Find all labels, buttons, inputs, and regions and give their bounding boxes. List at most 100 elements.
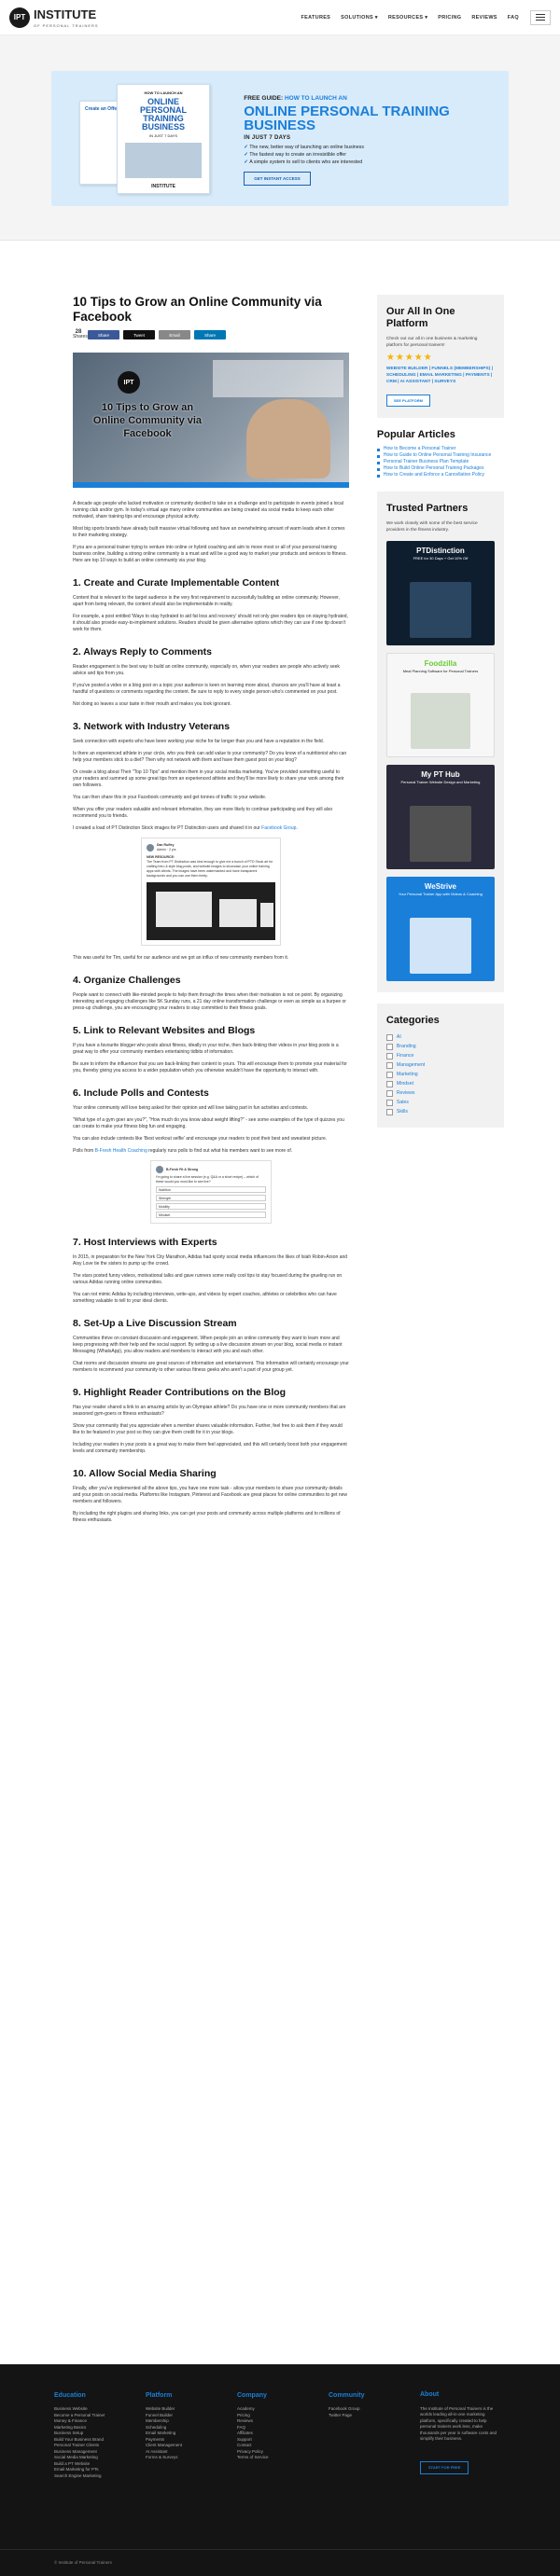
popular-article-link[interactable]: How to Become a Personal Trainer (376, 446, 504, 452)
logo-subtext: OF PERSONAL TRAINERS (34, 23, 99, 28)
section-paragraph-with-link: Polls from B-Fresh Health Coaching regul… (73, 1148, 349, 1155)
sidebar: Our All In One Platform Check out our al… (376, 295, 504, 1530)
site-logo[interactable]: IPT INSTITUTE OF PERSONAL TRAINERS (9, 7, 99, 28)
poll-option[interactable]: Nutrition (155, 1186, 266, 1193)
categories-list: AI Branding Finance Management Marketing… (386, 1032, 495, 1116)
book-top-text: HOW TO LAUNCH AN (144, 90, 183, 95)
post-body: The Team from PT Distinction was kind en… (146, 860, 273, 878)
footer-link[interactable]: Search Engine Marketing (54, 2473, 146, 2480)
nav-solutions[interactable]: SOLUTIONS ▾ (341, 15, 378, 21)
article-title: 10 Tips to Grow an Online Community via … (73, 295, 322, 324)
banner-title: ONLINE PERSONAL TRAINING BUSINESS (244, 104, 450, 133)
section-heading: 10. Allow Social Media Sharing (73, 1468, 217, 1479)
category-link[interactable]: Skills (386, 1107, 495, 1116)
footer-column-company: Company Academy Pricing Reviews FAQ Affi… (237, 2392, 329, 2479)
poll-option[interactable]: Strength (155, 1195, 266, 1201)
partner-ptdistinction[interactable]: PTDistinction FREE for 30 Days + Get 10%… (385, 541, 495, 645)
banner-benefits: The new, better way of launching an onli… (244, 144, 481, 166)
article: 10 Tips to Grow an Online Community via … (73, 295, 349, 1530)
section-paragraph: Reader engagement is the best way to bui… (73, 664, 340, 676)
site-footer: Education Business Website Become a Pers… (0, 2364, 560, 2576)
category-link[interactable]: Management (386, 1060, 495, 1070)
footer-link[interactable]: Terms of Service (237, 2455, 329, 2461)
section-paragraph: You can also include contests like 'Best… (73, 1136, 328, 1142)
bfresh-link[interactable]: B-Fresh Health Coaching (95, 1148, 147, 1154)
section-heading: 7. Host Interviews with Experts (73, 1237, 217, 1248)
banner-subtitle: IN JUST 7 DAYS (244, 135, 291, 141)
email-share-button[interactable]: Email (159, 330, 190, 339)
section-paragraph: By including the right plugins and shari… (73, 1511, 341, 1523)
poll-author: B-Fresh Fit & Strong (165, 1167, 199, 1171)
main-content: 10 Tips to Grow an Online Community via … (0, 241, 560, 1530)
partner-screenshot (409, 582, 471, 638)
nav-reviews[interactable]: REVIEWS (471, 15, 497, 21)
section-paragraph: Including your readers in your posts is … (73, 1442, 347, 1454)
footer-column-title: Platform (146, 2392, 173, 2399)
footer-link[interactable]: Twitter Page (329, 2413, 420, 2419)
hamburger-menu-icon[interactable] (530, 9, 551, 25)
footer-link[interactable]: Forms & Surveys (146, 2455, 237, 2461)
start-for-free-button[interactable]: START FOR FREE (420, 2460, 469, 2474)
category-link[interactable]: Sales (386, 1098, 495, 1107)
facebook-group-link[interactable]: Facebook Group (261, 825, 296, 831)
category-link[interactable]: AI (386, 1032, 495, 1042)
benefit-item: The new, better way of launching an onli… (244, 144, 481, 151)
get-instant-access-button[interactable]: GET INSTANT ACCESS (244, 172, 311, 186)
section-heading: 3. Network with Industry Veterans (73, 721, 231, 732)
footer-copyright: © Institute of Personal Trainers (54, 2560, 112, 2565)
poll-header: B-Fresh Fit & Strong (155, 1166, 266, 1173)
nav-faq[interactable]: FAQ (508, 15, 519, 21)
facebook-share-button[interactable]: Share (88, 330, 119, 339)
footer-column-title: Company (237, 2392, 267, 2399)
footer-column-title: Community (329, 2392, 365, 2399)
nav-pricing[interactable]: PRICING (438, 15, 461, 21)
partner-sub: Personal Trainer Website Design and Mark… (400, 780, 481, 784)
partner-westrive[interactable]: WeStrive Your Personal Trainer App with … (385, 877, 495, 981)
hero-person (245, 399, 330, 478)
popular-article-link[interactable]: Personal Trainer Business Plan Template (376, 459, 504, 465)
guide-page-front: HOW TO LAUNCH AN ONLINE PERSONAL TRAININ… (117, 84, 210, 194)
platform-title: Our All In One Platform (385, 306, 455, 329)
linkedin-share-button[interactable]: Share (194, 330, 226, 339)
category-link[interactable]: Reviews (386, 1088, 495, 1098)
post-author: Dan Ruffey Admin · 2 yrs (157, 843, 176, 852)
nav-resources[interactable]: RESOURCES ▾ (388, 15, 427, 21)
link-prefix: Polls from (73, 1148, 95, 1154)
see-platform-button[interactable]: SEE PLATFORM (385, 395, 430, 407)
section-paragraph: Seek connection with experts who have be… (73, 739, 325, 744)
popular-article-link[interactable]: How to Guide to Online Personal Training… (376, 452, 504, 459)
section-paragraph-with-link: I created a load of PT Distinction Stock… (73, 825, 349, 832)
category-link[interactable]: Branding (386, 1042, 495, 1051)
poll-option[interactable]: Mobility (155, 1203, 266, 1210)
twitter-share-button[interactable]: Tweet (123, 330, 155, 339)
facebook-post-embed: Dan Ruffey Admin · 2 yrs NEW RESOURCE: T… (140, 838, 281, 946)
hero-logo: IPT (118, 371, 140, 394)
logo-text: INSTITUTE (34, 7, 97, 21)
section-paragraph: People want to connect with like-minded … (73, 992, 346, 1011)
partner-mypthub[interactable]: My PT Hub Personal Trainer Website Desig… (385, 765, 495, 869)
partner-sub: Your Personal Trainer App with Videos & … (399, 892, 483, 896)
benefit-item: The fastest way to create an irresistibl… (244, 151, 481, 159)
footer-column-education: Education Business Website Become a Pers… (54, 2392, 146, 2479)
category-link[interactable]: Marketing (386, 1070, 495, 1079)
facebook-poll-embed: B-Fresh Fit & Strong I'm going to share … (149, 1160, 272, 1224)
share-count: 28 Shares (73, 329, 88, 339)
main-nav: FEATURES SOLUTIONS ▾ RESOURCES ▾ PRICING… (301, 15, 519, 21)
platform-features: WEBSITE BUILDER | FUNNELS (MEMBERSHIPS) … (385, 367, 493, 384)
partner-name: WeStrive (424, 882, 456, 891)
post-meta: Admin · 2 yrs (156, 848, 176, 852)
section-heading: 6. Include Polls and Contests (73, 1087, 209, 1099)
poll-option[interactable]: Mindset (155, 1212, 266, 1218)
nav-features[interactable]: FEATURES (301, 15, 331, 21)
popular-article-link[interactable]: How to Build Online Personal Training Pa… (376, 465, 504, 472)
category-link[interactable]: Mindset (386, 1079, 495, 1088)
intro-paragraph: A decade ago people who lacked motivatio… (73, 501, 343, 519)
book-title: ONLINE PERSONAL TRAINING BUSINESS (139, 97, 187, 132)
section-paragraph: If you've posted a video or a blog post … (73, 683, 341, 695)
partner-foodzilla[interactable]: Foodzilla Meal Planning Software for Per… (385, 653, 495, 757)
popular-article-link[interactable]: How to Create and Enforce a Cancellation… (376, 472, 504, 478)
category-link[interactable]: Finance (386, 1051, 495, 1060)
banner-eyebrow: FREE GUIDE: HOW TO LAUNCH AN (244, 95, 481, 102)
footer-divider (0, 2549, 560, 2550)
section-paragraph: Finally, after you've implemented all th… (73, 1486, 348, 1504)
